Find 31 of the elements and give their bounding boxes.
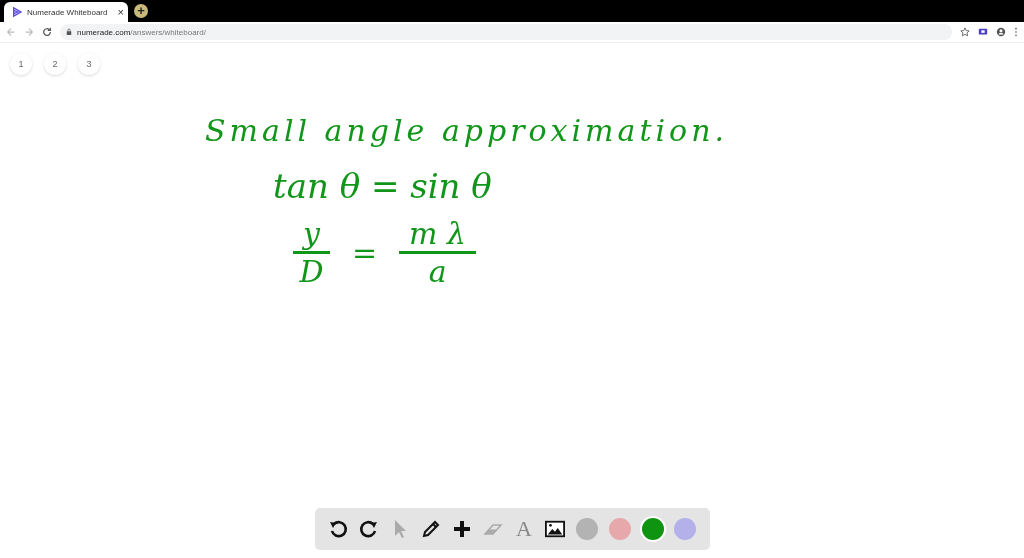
- browser-tab[interactable]: Numerade Whiteboard ×: [4, 2, 128, 22]
- page-button[interactable]: 2: [44, 53, 66, 75]
- reload-icon[interactable]: [42, 27, 52, 37]
- new-tab-button[interactable]: +: [134, 4, 148, 18]
- lock-icon: [66, 28, 72, 36]
- close-tab-button[interactable]: ×: [117, 6, 124, 18]
- pencil-icon[interactable]: [421, 519, 442, 539]
- redo-icon[interactable]: [359, 519, 380, 539]
- color-swatch[interactable]: [641, 518, 664, 540]
- extension-icon[interactable]: [978, 27, 988, 37]
- menu-icon[interactable]: [1014, 27, 1018, 37]
- handwritten-numerator: y: [293, 216, 330, 254]
- handwritten-equation: tan θ = sin θ: [273, 166, 492, 206]
- image-icon[interactable]: [544, 519, 565, 539]
- profile-icon[interactable]: [996, 27, 1006, 37]
- color-swatch[interactable]: [575, 518, 598, 540]
- handwritten-heading: Small angle approximation.: [205, 113, 729, 148]
- plus-icon[interactable]: [452, 519, 473, 539]
- handwritten-numerator: m λ: [399, 216, 477, 254]
- undo-icon[interactable]: [328, 519, 349, 539]
- address-field[interactable]: numerade.com/answers/whiteboard/: [60, 24, 952, 40]
- handwritten-equals: =: [351, 235, 378, 270]
- handwritten-denominator: a: [428, 254, 447, 289]
- star-icon[interactable]: [960, 27, 970, 37]
- color-swatch[interactable]: [608, 518, 631, 540]
- color-swatch[interactable]: [674, 518, 697, 540]
- play-logo-icon: [12, 7, 22, 17]
- handwritten-denominator: D: [299, 254, 324, 289]
- page-button[interactable]: 3: [78, 53, 100, 75]
- page-button[interactable]: 1: [10, 53, 32, 75]
- tab-title: Numerade Whiteboard: [27, 7, 109, 17]
